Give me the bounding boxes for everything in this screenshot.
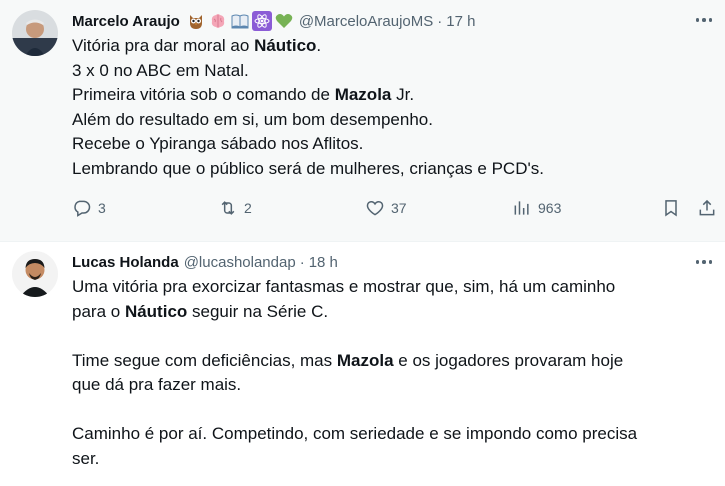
- share-icon: [699, 199, 715, 216]
- text-run: Primeira vitória sob o comando de: [72, 85, 335, 104]
- tweet-text: Uma vitória pra exorcizar fantasmas e mo…: [72, 275, 709, 471]
- tweet-text-line: que dá pra fazer mais.: [72, 373, 709, 398]
- views-count: 963: [538, 200, 562, 216]
- tweet-text-line: ser.: [72, 447, 709, 472]
- tweet-text-line: para o Náutico seguir na Série C.: [72, 300, 709, 325]
- bold-text-run: Mazola: [334, 85, 392, 104]
- tweet-text-line: [72, 324, 709, 349]
- like-icon: [366, 200, 384, 216]
- green-heart-emoji: [275, 14, 293, 28]
- timestamp[interactable]: 18 h: [309, 254, 338, 271]
- atom-emoji: [251, 11, 272, 31]
- avatar[interactable]: [12, 10, 58, 56]
- views-button[interactable]: 963: [512, 198, 561, 218]
- text-run: Lembrando que o público será de mulheres…: [72, 158, 544, 178]
- open-book-emoji: [231, 14, 249, 29]
- author-name[interactable]: Lucas Holanda: [72, 254, 179, 271]
- text-run: Recebe o Ypiranga sábado nos Aflitos.: [72, 134, 364, 153]
- tweet-text-line: [72, 398, 709, 423]
- reply-count: 3: [98, 200, 106, 216]
- like-button[interactable]: 37: [365, 198, 407, 218]
- timestamp[interactable]: 17 h: [446, 13, 475, 30]
- more-button[interactable]: [693, 10, 715, 30]
- bold-text-run: Náutico: [254, 36, 317, 55]
- text-run: Caminho é por aí. Competindo, com seried…: [72, 424, 638, 443]
- tweet-text-line: Vitória pra dar moral ao Náutico.: [72, 34, 709, 59]
- text-run: para o: [72, 301, 125, 321]
- text-run: que dá pra fazer mais.: [72, 375, 242, 394]
- separator-dot: ·: [437, 12, 443, 30]
- more-icon: [702, 260, 706, 264]
- separator-dot: ·: [299, 253, 305, 271]
- tweet[interactable]: Marcelo Araujo @MarceloAraujoMS · 17 h V…: [0, 0, 725, 242]
- tweet-header: Lucas Holanda @lucasholandap · 18 h: [72, 251, 709, 273]
- tweet-text-line: 3 x 0 no ABC em Natal.: [72, 59, 709, 84]
- more-icon: [708, 18, 713, 22]
- repost-count: 2: [244, 200, 252, 216]
- like-count: 37: [391, 200, 407, 216]
- repost-button[interactable]: 2: [218, 198, 252, 218]
- repost-icon: [221, 201, 235, 215]
- bold-text-run: Náutico: [124, 301, 188, 321]
- tweet-text: Vitória pra dar moral ao Náutico. 3 x 0 n…: [72, 34, 709, 181]
- author-handle[interactable]: @MarceloAraujoMS: [299, 13, 433, 30]
- text-run: Jr.: [391, 85, 415, 104]
- owl-emoji: [189, 15, 202, 29]
- text-run: Uma vitória pra exorcizar fantasmas e mo…: [72, 277, 616, 296]
- tweet[interactable]: Lucas Holanda @lucasholandap · 18 h Uma …: [0, 242, 725, 486]
- more-icon: [695, 18, 700, 22]
- tweet-text-line: Caminho é por aí. Competindo, com seried…: [72, 422, 709, 447]
- author-name[interactable]: Marcelo Araujo: [72, 13, 180, 30]
- text-run: .: [316, 36, 322, 55]
- avatar[interactable]: [12, 251, 58, 297]
- more-icon: [695, 260, 700, 264]
- text-run: seguir na Série C.: [187, 301, 329, 321]
- tweet-text-line: Primeira vitória sob o comando de Mazola…: [72, 83, 709, 108]
- text-run: 3 x 0 no ABC em Natal.: [72, 60, 249, 80]
- action-bar: 3 2 37 963: [72, 191, 715, 225]
- text-run: e os jogadores provaram hoje: [393, 350, 624, 370]
- more-icon: [708, 260, 713, 264]
- tweet-text-line: Lembrando que o público será de mulheres…: [72, 157, 709, 182]
- more-button[interactable]: [693, 252, 715, 272]
- text-run: Time segue com deficiências, mas: [72, 350, 337, 370]
- tweet-header: Marcelo Araujo @MarceloAraujoMS · 17 h: [72, 10, 709, 32]
- bold-text-run: Mazola: [336, 350, 394, 370]
- text-run: Além do resultado em si, um bom desempen…: [72, 109, 433, 129]
- author-handle[interactable]: @lucasholandap: [184, 254, 296, 271]
- bookmark-icon: [665, 200, 677, 217]
- reply-button[interactable]: 3: [72, 198, 106, 218]
- tweet-text-line: Recebe o Ypiranga sábado nos Aflitos.: [72, 132, 709, 157]
- bookmark-button[interactable]: [661, 198, 681, 218]
- text-run: ser.: [72, 448, 100, 468]
- views-icon: [514, 201, 529, 215]
- reply-icon: [74, 200, 91, 217]
- text-run: Vitória pra dar moral ao: [72, 36, 255, 55]
- tweet-text-line: Além do resultado em si, um bom desempen…: [72, 108, 709, 133]
- share-button[interactable]: [697, 198, 717, 218]
- tweet-text-line: Uma vitória pra exorcizar fantasmas e mo…: [72, 275, 709, 300]
- brain-emoji: [211, 14, 224, 28]
- tweet-text-line: Time segue com deficiências, mas Mazola …: [72, 349, 709, 374]
- name-emojis: [186, 11, 294, 31]
- more-icon: [702, 18, 706, 22]
